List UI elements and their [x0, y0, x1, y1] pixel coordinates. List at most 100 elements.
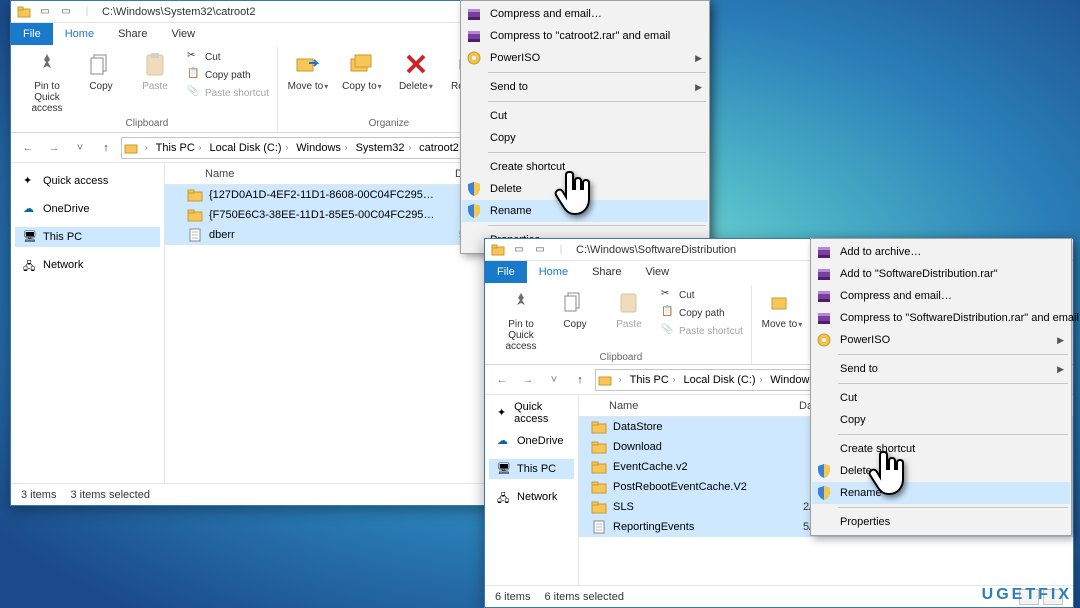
nav-back-button[interactable]: ← — [17, 137, 39, 159]
menu-item-send-to[interactable]: Send to▶ — [812, 358, 1070, 380]
cut-button[interactable]: ✂Cut — [659, 287, 745, 303]
menu-item-delete[interactable]: Delete — [462, 178, 708, 200]
delete-button[interactable]: Delete▾ — [392, 47, 440, 92]
nav-network[interactable]: 🖧Network — [15, 255, 160, 275]
move-to-button[interactable]: Move to▾ — [758, 285, 806, 330]
menu-item-compress-and-email[interactable]: Compress and email… — [812, 285, 1070, 307]
nav-recent-button[interactable]: ˅ — [543, 369, 565, 391]
pin-icon — [506, 287, 536, 317]
nav-onedrive[interactable]: ☁OneDrive — [489, 431, 574, 451]
context-menu-softwaredistribution[interactable]: Add to archive… Add to "SoftwareDistribut… — [810, 238, 1072, 536]
breadcrumb[interactable]: catroot2 — [416, 142, 462, 154]
col-name[interactable]: Name — [205, 168, 455, 180]
breadcrumb-root[interactable]: › — [140, 143, 151, 152]
breadcrumb[interactable]: Windows› — [293, 142, 350, 154]
breadcrumb[interactable]: This PC› — [627, 374, 679, 386]
menu-item-label: Compress and email… — [490, 8, 602, 20]
menu-item-properties[interactable]: Properties — [812, 511, 1070, 533]
nav-pane: ✦Quick access ☁OneDrive 🖥This PC 🖧Networ… — [485, 395, 579, 585]
menu-item-rename[interactable]: Rename — [812, 482, 1070, 504]
qat-properties-icon[interactable]: ▭ — [36, 3, 54, 21]
menu-item-add-to-softwaredistribution-rar[interactable]: Add to "SoftwareDistribution.rar" — [812, 263, 1070, 285]
nav-forward-button[interactable]: → — [43, 137, 65, 159]
breadcrumb[interactable]: Local Disk (C:)› — [680, 374, 765, 386]
paste-shortcut-icon: 📎 — [187, 86, 201, 100]
submenu-arrow-icon: ▶ — [1057, 335, 1064, 346]
copy-path-button[interactable]: 📋Copy path — [659, 305, 745, 321]
menu-item-poweriso[interactable]: PowerISO▶ — [462, 47, 708, 69]
menu-item-create-shortcut[interactable]: Create shortcut — [462, 156, 708, 178]
nav-quick-access[interactable]: ✦Quick access — [15, 171, 160, 191]
menu-item-label: Compress and email… — [840, 290, 952, 302]
cloud-icon: ☁ — [23, 202, 37, 216]
copy-icon — [560, 287, 590, 317]
nav-up-button[interactable]: ↑ — [569, 369, 591, 391]
tab-file[interactable]: File — [485, 261, 527, 283]
paste-icon — [140, 49, 170, 79]
shield-icon — [466, 203, 482, 219]
network-icon: 🖧 — [497, 490, 511, 504]
tab-file[interactable]: File — [11, 23, 53, 45]
nav-up-button[interactable]: ↑ — [95, 137, 117, 159]
copy-path-button[interactable]: 📋Copy path — [185, 67, 271, 83]
tab-share[interactable]: Share — [106, 23, 159, 45]
nav-network[interactable]: 🖧Network — [489, 487, 574, 507]
copy-path-icon: 📋 — [187, 68, 201, 82]
menu-item-copy[interactable]: Copy — [812, 409, 1070, 431]
nav-forward-button[interactable]: → — [517, 369, 539, 391]
file-name: DataStore — [613, 421, 803, 433]
breadcrumb-root[interactable]: › — [614, 375, 625, 384]
nav-onedrive[interactable]: ☁OneDrive — [15, 199, 160, 219]
menu-item-compress-and-email[interactable]: Compress and email… — [462, 3, 708, 25]
paste-button[interactable]: Paste — [605, 285, 653, 330]
status-item-count: 3 items — [21, 489, 56, 501]
menu-item-create-shortcut[interactable]: Create shortcut — [812, 438, 1070, 460]
menu-item-poweriso[interactable]: PowerISO▶ — [812, 329, 1070, 351]
context-menu-catroot2[interactable]: Compress and email… Compress to "catroot2… — [460, 0, 710, 254]
star-icon: ✦ — [497, 406, 508, 420]
tab-view[interactable]: View — [633, 261, 681, 283]
pin-quick-access-button[interactable]: Pin to Quick access — [23, 47, 71, 114]
nav-quick-access[interactable]: ✦Quick access — [489, 403, 574, 423]
menu-item-cut[interactable]: Cut — [812, 387, 1070, 409]
pin-icon — [32, 49, 62, 79]
tab-view[interactable]: View — [159, 23, 207, 45]
paste-button[interactable]: Paste — [131, 47, 179, 92]
nav-back-button[interactable]: ← — [491, 369, 513, 391]
copy-to-button[interactable]: Copy to▾ — [338, 47, 386, 92]
file-name: ReportingEvents — [613, 521, 803, 533]
tab-home[interactable]: Home — [53, 23, 106, 45]
paste-shortcut-button[interactable]: 📎Paste shortcut — [185, 85, 271, 101]
menu-item-compress-to-softwaredistribution-rar-and-email[interactable]: Compress to "SoftwareDistribution.rar" a… — [812, 307, 1070, 329]
menu-item-rename[interactable]: Rename — [462, 200, 708, 222]
menu-item-compress-to-catroot2-rar-and-email[interactable]: Compress to "catroot2.rar" and email — [462, 25, 708, 47]
qat-new-folder-icon[interactable]: ▭ — [57, 3, 75, 21]
tab-home[interactable]: Home — [527, 261, 580, 283]
menu-separator — [838, 383, 1068, 384]
menu-item-send-to[interactable]: Send to▶ — [462, 76, 708, 98]
breadcrumb[interactable]: System32› — [353, 142, 415, 154]
tab-share[interactable]: Share — [580, 261, 633, 283]
menu-item-cut[interactable]: Cut — [462, 105, 708, 127]
nav-this-pc[interactable]: 🖥This PC — [15, 227, 160, 247]
breadcrumb[interactable]: This PC› — [153, 142, 205, 154]
menu-item-label: Add to archive… — [840, 246, 921, 258]
nav-this-pc[interactable]: 🖥This PC — [489, 459, 574, 479]
col-name[interactable]: Name — [609, 400, 799, 412]
move-to-button[interactable]: Move to▾ — [284, 47, 332, 92]
menu-item-add-to-archive[interactable]: Add to archive… — [812, 241, 1070, 263]
copy-button[interactable]: Copy — [77, 47, 125, 92]
breadcrumb[interactable]: Local Disk (C:)› — [206, 142, 291, 154]
folder-icon — [591, 459, 607, 475]
qat-properties-icon[interactable]: ▭ — [510, 241, 528, 259]
qat-new-folder-icon[interactable]: ▭ — [531, 241, 549, 259]
menu-item-delete[interactable]: Delete — [812, 460, 1070, 482]
cut-button[interactable]: ✂Cut — [185, 49, 271, 65]
status-selected-count: 3 items selected — [70, 489, 149, 501]
menu-item-copy[interactable]: Copy — [462, 127, 708, 149]
nav-recent-button[interactable]: ˅ — [69, 137, 91, 159]
copy-button[interactable]: Copy — [551, 285, 599, 330]
cloud-icon: ☁ — [497, 434, 511, 448]
paste-shortcut-button[interactable]: 📎Paste shortcut — [659, 323, 745, 339]
pin-quick-access-button[interactable]: Pin to Quick access — [497, 285, 545, 352]
